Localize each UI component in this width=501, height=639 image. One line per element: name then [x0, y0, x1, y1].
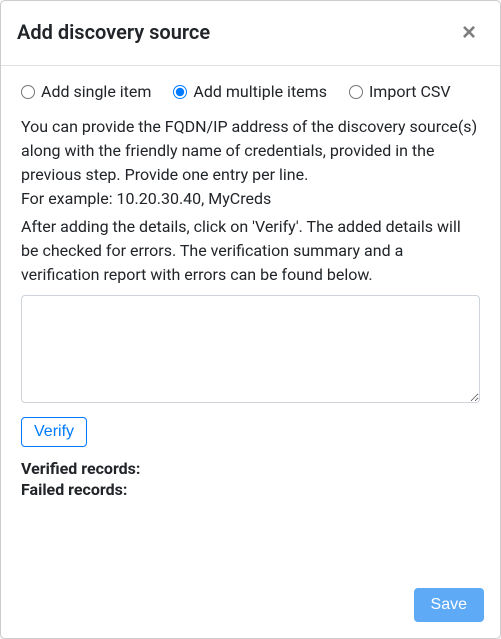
radio-option-import[interactable]: Import CSV — [349, 82, 451, 101]
verify-button[interactable]: Verify — [21, 417, 87, 447]
instructions-text: You can provide the FQDN/IP address of t… — [21, 115, 480, 211]
failed-records-label: Failed records: — [21, 480, 127, 499]
radio-option-single[interactable]: Add single item — [21, 82, 151, 101]
failed-records-line: Failed records: — [21, 480, 480, 499]
radio-multiple-label: Add multiple items — [193, 82, 327, 101]
radio-import-label: Import CSV — [369, 82, 451, 101]
radio-option-multiple[interactable]: Add multiple items — [173, 82, 327, 101]
instructions-line1: You can provide the FQDN/IP address of t… — [21, 117, 477, 184]
add-discovery-source-modal: Add discovery source × Add single item A… — [0, 0, 501, 639]
entries-textarea[interactable] — [21, 295, 480, 403]
modal-title: Add discovery source — [17, 17, 210, 47]
modal-header: Add discovery source × — [1, 1, 500, 66]
mode-radio-group: Add single item Add multiple items Impor… — [21, 82, 480, 101]
radio-multiple-input[interactable] — [173, 85, 187, 99]
instructions-example: For example: 10.20.30.40, MyCreds — [21, 189, 271, 208]
verified-records-label: Verified records: — [21, 459, 140, 478]
modal-footer: Save — [1, 576, 500, 638]
radio-import-input[interactable] — [349, 85, 363, 99]
radio-single-label: Add single item — [41, 82, 151, 101]
instructions-verify-text: After adding the details, click on 'Veri… — [21, 215, 480, 287]
verified-records-line: Verified records: — [21, 459, 480, 478]
close-button[interactable]: × — [454, 17, 484, 49]
radio-single-input[interactable] — [21, 85, 35, 99]
save-button[interactable]: Save — [414, 588, 484, 622]
modal-body: Add single item Add multiple items Impor… — [1, 66, 500, 576]
